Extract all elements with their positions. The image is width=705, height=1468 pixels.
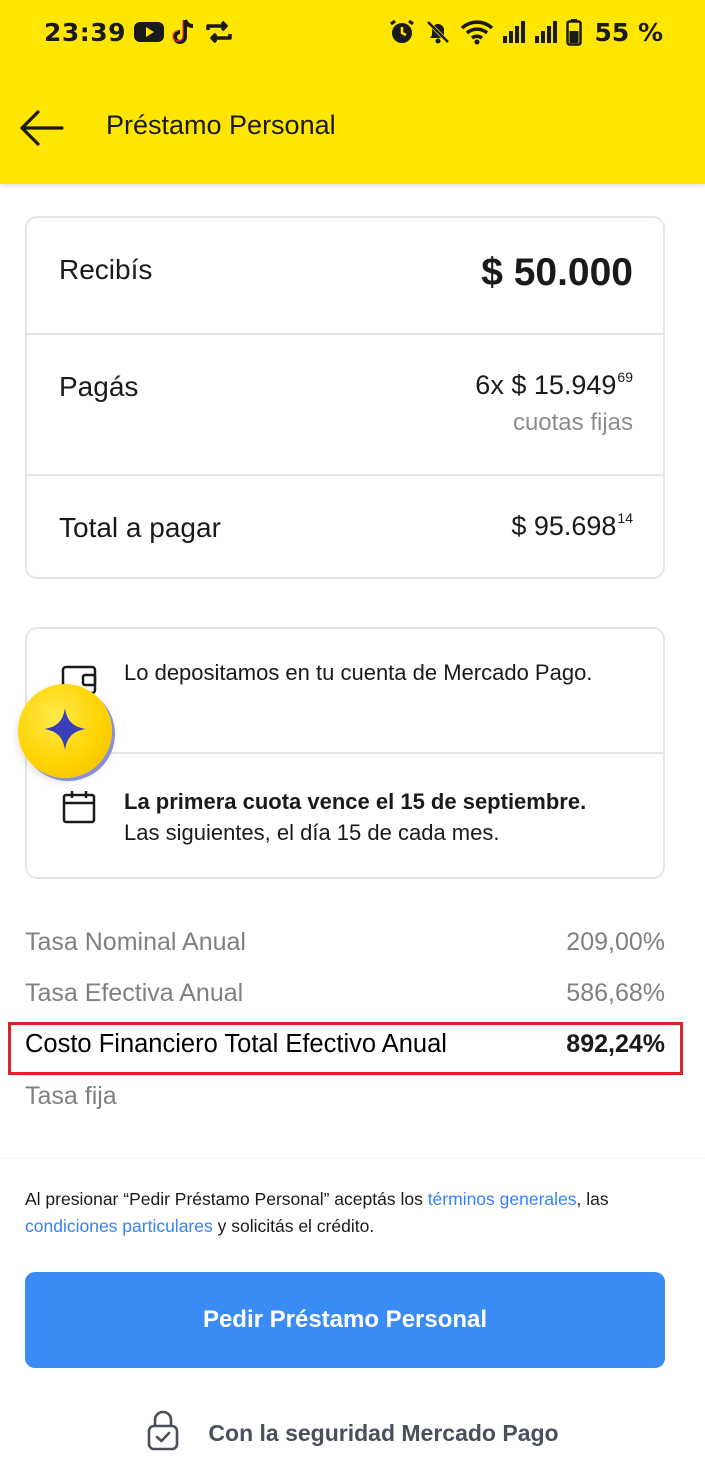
status-bar: 23:39 55 %: [0, 0, 705, 64]
lock-icon: [146, 1409, 180, 1457]
rate-tna-value: 209,00%: [566, 928, 665, 956]
calendar-icon: [61, 789, 97, 830]
rate-cftea-label: Costo Financiero Total Efectivo Anual: [25, 1030, 447, 1058]
sync-icon: [204, 19, 234, 45]
loan-summary-card: Recibís $ 50.000 Pagás 6x $ 15.94969 cuo…: [25, 216, 665, 579]
total-amount-value: $ 95.698: [511, 511, 617, 541]
pay-note: cuotas fijas: [512, 409, 633, 436]
legal-prefix: Al presionar “Pedir Préstamo Personal” a…: [25, 1189, 428, 1209]
signal-icon: [502, 20, 526, 44]
signal-icon: [534, 20, 558, 44]
total-row: Total a pagar $ 95.69814: [27, 476, 663, 579]
total-amount: $ 95.69814: [511, 510, 633, 542]
app-bar: Préstamo Personal: [0, 88, 705, 168]
notifications-off-icon: [424, 18, 452, 46]
page-title: Préstamo Personal: [106, 110, 336, 140]
receive-label: Recibís: [59, 254, 153, 285]
wifi-icon: [460, 19, 494, 45]
assistant-bubble[interactable]: [18, 684, 112, 778]
request-loan-button[interactable]: Pedir Préstamo Personal: [25, 1272, 665, 1368]
arrow-left-icon[interactable]: [18, 108, 64, 148]
rate-tea-row: Tasa Efectiva Anual 586,68%: [25, 979, 665, 1013]
status-time: 23:39: [44, 17, 127, 47]
pay-installments-cents: 69: [617, 369, 633, 385]
rate-tna-row: Tasa Nominal Anual 209,00%: [25, 928, 665, 962]
receive-row: Recibís $ 50.000: [27, 218, 663, 333]
terms-link[interactable]: términos generales: [428, 1189, 577, 1209]
due-date-title: La primera cuota vence el 15 de septiemb…: [124, 789, 587, 814]
app-header: 23:39 55 % Préstamo Personal: [0, 0, 705, 184]
fixed-rate-row: Tasa fija: [25, 1082, 665, 1116]
pay-row: Pagás 6x $ 15.94969 cuotas fijas: [27, 335, 663, 475]
pay-label: Pagás: [59, 371, 139, 402]
security-note: Con la seguridad Mercado Pago: [0, 1410, 705, 1456]
total-label: Total a pagar: [59, 512, 221, 543]
legal-suffix: y solicitás el crédito.: [212, 1216, 375, 1236]
total-amount-cents: 14: [617, 510, 633, 526]
alarm-icon: [388, 18, 416, 46]
loan-info-card: Lo depositamos en tu cuenta de Mercado P…: [25, 627, 665, 879]
rate-tea-value: 586,68%: [566, 979, 665, 1007]
battery-icon: [566, 18, 583, 46]
rate-cftea-row: Costo Financiero Total Efectivo Anual 89…: [25, 1030, 665, 1064]
divider: [27, 752, 663, 754]
pay-installments-amount: 6x $ 15.949: [475, 370, 617, 400]
receive-amount: $ 50.000: [481, 251, 633, 294]
tiktok-icon: [172, 18, 196, 46]
sparkle-icon: [42, 706, 88, 757]
fixed-rate-label: Tasa fija: [25, 1082, 117, 1110]
due-date-subtitle: Las siguientes, el día 15 de cada mes.: [124, 820, 500, 845]
pay-installments: 6x $ 15.94969: [475, 369, 633, 401]
rate-tna-label: Tasa Nominal Anual: [25, 928, 246, 956]
conditions-link[interactable]: condiciones particulares: [25, 1216, 213, 1236]
rate-cftea-value: 892,24%: [566, 1030, 665, 1058]
security-label: Con la seguridad Mercado Pago: [208, 1419, 559, 1446]
battery-percent: 55 %: [594, 17, 663, 47]
legal-text: Al presionar “Pedir Préstamo Personal” a…: [25, 1186, 675, 1240]
rate-tea-label: Tasa Efectiva Anual: [25, 979, 244, 1007]
deposit-text: Lo depositamos en tu cuenta de Mercado P…: [124, 660, 593, 685]
youtube-icon: [134, 21, 165, 43]
legal-middle: , las: [576, 1189, 609, 1209]
due-date-text: La primera cuota vence el 15 de septiemb…: [124, 786, 644, 848]
